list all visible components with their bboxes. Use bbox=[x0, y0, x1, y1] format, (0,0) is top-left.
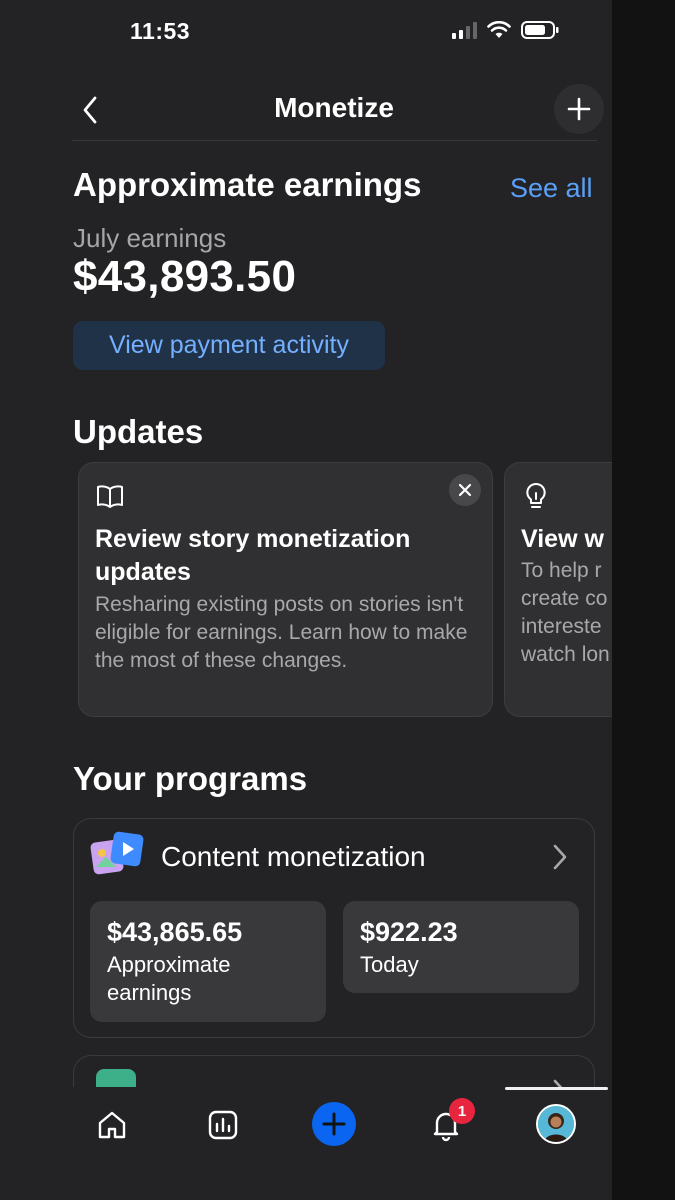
status-time: 11:53 bbox=[130, 18, 191, 44]
approximate-earnings-stat: $43,865.65 Approximate earnings bbox=[90, 901, 326, 1022]
tab-home[interactable] bbox=[87, 1100, 137, 1150]
stat-label: Approximate earnings bbox=[107, 952, 231, 1005]
content-monetization-icon bbox=[90, 831, 144, 875]
stat-value: $922.23 bbox=[360, 917, 458, 947]
notification-badge: 1 bbox=[449, 1098, 475, 1124]
earnings-period-label: July earnings bbox=[73, 223, 227, 253]
update-card-description-line: create co bbox=[521, 587, 608, 610]
page-title: Monetize bbox=[274, 92, 394, 123]
header-divider bbox=[72, 140, 597, 141]
programs-heading: Your programs bbox=[73, 760, 308, 797]
battery-icon bbox=[521, 21, 559, 39]
add-button[interactable] bbox=[554, 84, 604, 134]
close-icon bbox=[458, 483, 472, 497]
today-earnings-stat: $922.23 Today bbox=[343, 901, 579, 993]
update-card-description: Resharing existing posts on stories isn'… bbox=[95, 593, 468, 672]
chevron-right-icon bbox=[553, 844, 567, 870]
dismiss-update-button[interactable] bbox=[449, 474, 481, 506]
earnings-heading: Approximate earnings bbox=[73, 166, 422, 203]
monetize-screen: 11:53 Monetize Approximate earnings See … bbox=[0, 0, 612, 1200]
plus-icon bbox=[567, 97, 591, 121]
updates-heading: Updates bbox=[73, 413, 204, 450]
stat-label: Today bbox=[360, 952, 419, 977]
tab-insights[interactable] bbox=[198, 1100, 248, 1150]
create-icon bbox=[322, 1112, 346, 1136]
scroll-indicator bbox=[505, 1087, 608, 1090]
wifi-icon bbox=[487, 21, 511, 38]
view-payment-activity-button[interactable]: View payment activity bbox=[73, 321, 385, 370]
avatar-image bbox=[538, 1106, 574, 1142]
see-all-link[interactable]: See all bbox=[510, 173, 593, 204]
status-icons bbox=[452, 20, 559, 40]
home-icon bbox=[98, 1111, 126, 1139]
tab-create[interactable] bbox=[312, 1102, 356, 1146]
profile-avatar[interactable] bbox=[536, 1104, 576, 1144]
update-card-description: To help r create co intereste watch lon bbox=[521, 557, 612, 669]
update-card-description-line: To help r bbox=[521, 559, 602, 582]
earnings-amount: $43,893.50 bbox=[73, 252, 297, 301]
program-card-content-monetization[interactable]: Content monetization $43,865.65 Approxim… bbox=[73, 818, 595, 1038]
update-card-title: Review story monetization updates bbox=[95, 525, 411, 586]
program-title: Content monetization bbox=[161, 841, 426, 872]
update-card-description-line: watch lon bbox=[521, 643, 610, 666]
lightbulb-icon bbox=[526, 482, 546, 508]
side-gutter bbox=[612, 0, 675, 1200]
cellular-signal-icon bbox=[452, 21, 477, 39]
update-card[interactable]: Review story monetization updates Reshar… bbox=[78, 462, 493, 717]
stat-value: $43,865.65 bbox=[107, 917, 243, 947]
update-card-description-line: intereste bbox=[521, 615, 602, 638]
insights-icon bbox=[208, 1110, 238, 1140]
update-card[interactable]: View w To help r create co intereste wat… bbox=[504, 462, 612, 717]
update-card-title: View w bbox=[521, 525, 604, 553]
book-icon bbox=[97, 485, 123, 508]
